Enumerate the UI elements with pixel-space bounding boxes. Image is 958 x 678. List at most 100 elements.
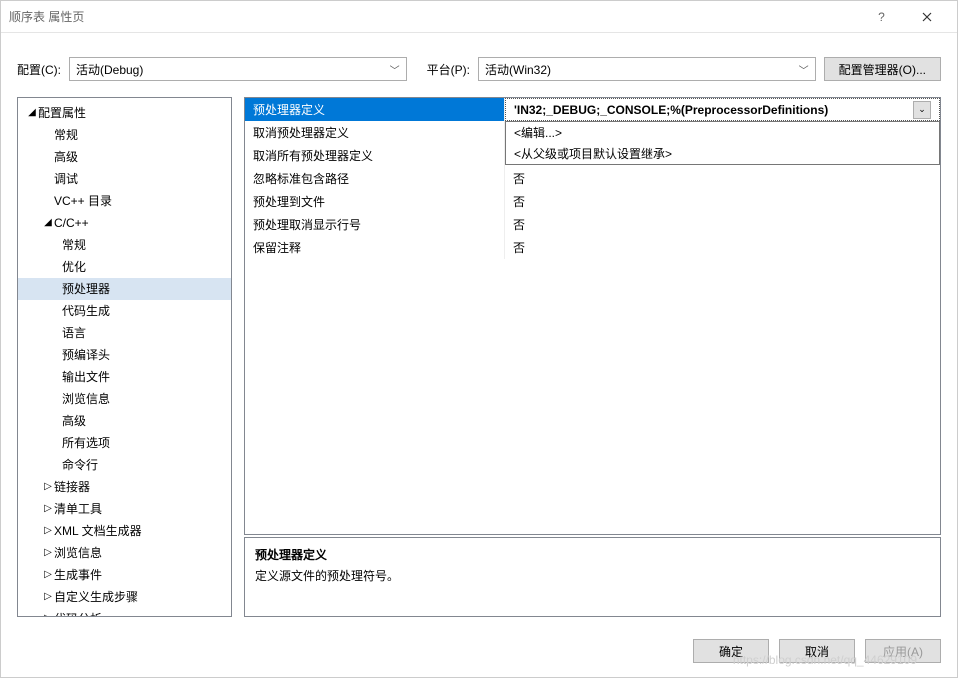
tree-item[interactable]: 调试 (18, 168, 231, 190)
cancel-button[interactable]: 取消 (779, 639, 855, 663)
expand-icon[interactable]: ▷ (42, 610, 54, 617)
config-row: 配置(C): 活动(Debug) ﹀ 平台(P): 活动(Win32) ﹀ 配置… (1, 33, 957, 97)
tree-item[interactable]: ▷XML 文档生成器 (18, 520, 231, 542)
tree-item[interactable]: ▷清单工具 (18, 498, 231, 520)
tree-item[interactable]: ▷自定义生成步骤 (18, 586, 231, 608)
property-row[interactable]: 忽略标准包含路径否 (245, 167, 940, 190)
ok-button[interactable]: 确定 (693, 639, 769, 663)
property-row[interactable]: 预处理取消显示行号否 (245, 213, 940, 236)
tree-item[interactable]: ▷浏览信息 (18, 542, 231, 564)
tree-item[interactable]: 高级 (18, 146, 231, 168)
property-name: 取消预处理器定义 (245, 121, 505, 144)
property-name: 取消所有预处理器定义 (245, 144, 505, 167)
tree-item[interactable]: 预处理器 (18, 278, 231, 300)
platform-value: 活动(Win32) (485, 61, 551, 78)
tree-label: 代码生成 (62, 302, 110, 320)
expand-icon[interactable]: ▷ (42, 588, 54, 606)
main-area: ◢ 配置属性 常规高级调试VC++ 目录 ◢ C/C++ 常规优化预处理器代码生… (1, 97, 957, 629)
tree-label: 高级 (54, 148, 78, 166)
tree-label: 高级 (62, 412, 86, 430)
config-select[interactable]: 活动(Debug) ﹀ (69, 57, 407, 81)
property-dialog: 顺序表 属性页 ? 配置(C): 活动(Debug) ﹀ 平台(P): 活动(W… (0, 0, 958, 678)
chevron-down-icon: ﹀ (390, 62, 400, 77)
expand-icon[interactable]: ▷ (42, 522, 54, 540)
tree-item[interactable]: VC++ 目录 (18, 190, 231, 212)
tree-label: XML 文档生成器 (54, 522, 142, 540)
property-value[interactable]: 否 (505, 167, 940, 190)
close-icon (922, 12, 932, 22)
tree-item[interactable]: ▷链接器 (18, 476, 231, 498)
tree-label: 预编译头 (62, 346, 110, 364)
tree-label: 浏览信息 (62, 390, 110, 408)
tree-label: 所有选项 (62, 434, 110, 452)
tree-item[interactable]: 预编译头 (18, 344, 231, 366)
property-value-input[interactable] (514, 103, 913, 117)
property-name: 预处理取消显示行号 (245, 213, 505, 236)
tree-label: C/C++ (54, 214, 89, 232)
collapse-icon[interactable]: ◢ (42, 214, 54, 232)
dropdown-item-edit[interactable]: <编辑...> (506, 122, 939, 143)
tree-label: VC++ 目录 (54, 192, 112, 210)
property-value[interactable]: 否 (505, 213, 940, 236)
tree-label: 优化 (62, 258, 86, 276)
collapse-icon[interactable]: ◢ (26, 104, 38, 122)
tree-label: 语言 (62, 324, 86, 342)
expand-icon[interactable]: ▷ (42, 544, 54, 562)
property-name: 预处理器定义 (245, 98, 505, 121)
property-row[interactable]: 预处理器定义 ⌄ (245, 98, 940, 121)
tree-item[interactable]: 优化 (18, 256, 231, 278)
tree-cpp[interactable]: ◢ C/C++ (18, 212, 231, 234)
dropdown-item-inherit[interactable]: <从父级或项目默认设置继承> (506, 143, 939, 164)
description-text: 定义源文件的预处理符号。 (255, 567, 930, 584)
help-button[interactable]: ? (859, 1, 904, 33)
tree-item[interactable]: ▷代码分析 (18, 608, 231, 617)
tree-label: 浏览信息 (54, 544, 102, 562)
tree-label: 命令行 (62, 456, 98, 474)
expand-icon[interactable]: ▷ (42, 478, 54, 496)
tree-label: 清单工具 (54, 500, 102, 518)
tree-label: 链接器 (54, 478, 90, 496)
config-manager-button[interactable]: 配置管理器(O)... (824, 57, 941, 81)
tree-item[interactable]: 命令行 (18, 454, 231, 476)
property-value[interactable]: ⌄ (505, 98, 940, 121)
tree-item[interactable]: 常规 (18, 124, 231, 146)
tree-label: 预处理器 (62, 280, 110, 298)
expand-icon[interactable]: ▷ (42, 500, 54, 518)
tree-item[interactable]: 浏览信息 (18, 388, 231, 410)
tree-item[interactable]: 所有选项 (18, 432, 231, 454)
tree-label: 生成事件 (54, 566, 102, 584)
property-name: 忽略标准包含路径 (245, 167, 505, 190)
tree-label: 输出文件 (62, 368, 110, 386)
dropdown-button[interactable]: ⌄ (913, 101, 931, 119)
property-value[interactable]: 否 (505, 236, 940, 259)
property-grid[interactable]: 预处理器定义⌄取消预处理器定义取消所有预处理器定义忽略标准包含路径否预处理到文件… (244, 97, 941, 535)
window-title: 顺序表 属性页 (9, 8, 84, 25)
tree-item[interactable]: 代码生成 (18, 300, 231, 322)
config-value: 活动(Debug) (76, 61, 143, 78)
tree-panel[interactable]: ◢ 配置属性 常规高级调试VC++ 目录 ◢ C/C++ 常规优化预处理器代码生… (17, 97, 232, 617)
close-button[interactable] (904, 1, 949, 33)
tree-item[interactable]: 语言 (18, 322, 231, 344)
platform-label: 平台(P): (427, 61, 470, 78)
chevron-down-icon: ﹀ (799, 62, 809, 77)
tree-root[interactable]: ◢ 配置属性 (18, 102, 231, 124)
property-name: 预处理到文件 (245, 190, 505, 213)
value-dropdown[interactable]: <编辑...> <从父级或项目默认设置继承> (505, 121, 940, 165)
apply-button[interactable]: 应用(A) (865, 639, 941, 663)
tree-item[interactable]: ▷生成事件 (18, 564, 231, 586)
description-panel: 预处理器定义 定义源文件的预处理符号。 (244, 537, 941, 617)
tree-label: 常规 (54, 126, 78, 144)
right-panel: 预处理器定义⌄取消预处理器定义取消所有预处理器定义忽略标准包含路径否预处理到文件… (244, 97, 941, 617)
tree-item[interactable]: 高级 (18, 410, 231, 432)
property-value[interactable]: 否 (505, 190, 940, 213)
platform-select[interactable]: 活动(Win32) ﹀ (478, 57, 816, 81)
tree-item[interactable]: 常规 (18, 234, 231, 256)
property-row[interactable]: 预处理到文件否 (245, 190, 940, 213)
expand-icon[interactable]: ▷ (42, 566, 54, 584)
tree-label: 常规 (62, 236, 86, 254)
tree-item[interactable]: 输出文件 (18, 366, 231, 388)
property-row[interactable]: 保留注释否 (245, 236, 940, 259)
tree-label: 自定义生成步骤 (54, 588, 138, 606)
tree-label: 代码分析 (54, 610, 102, 617)
property-name: 保留注释 (245, 236, 505, 259)
